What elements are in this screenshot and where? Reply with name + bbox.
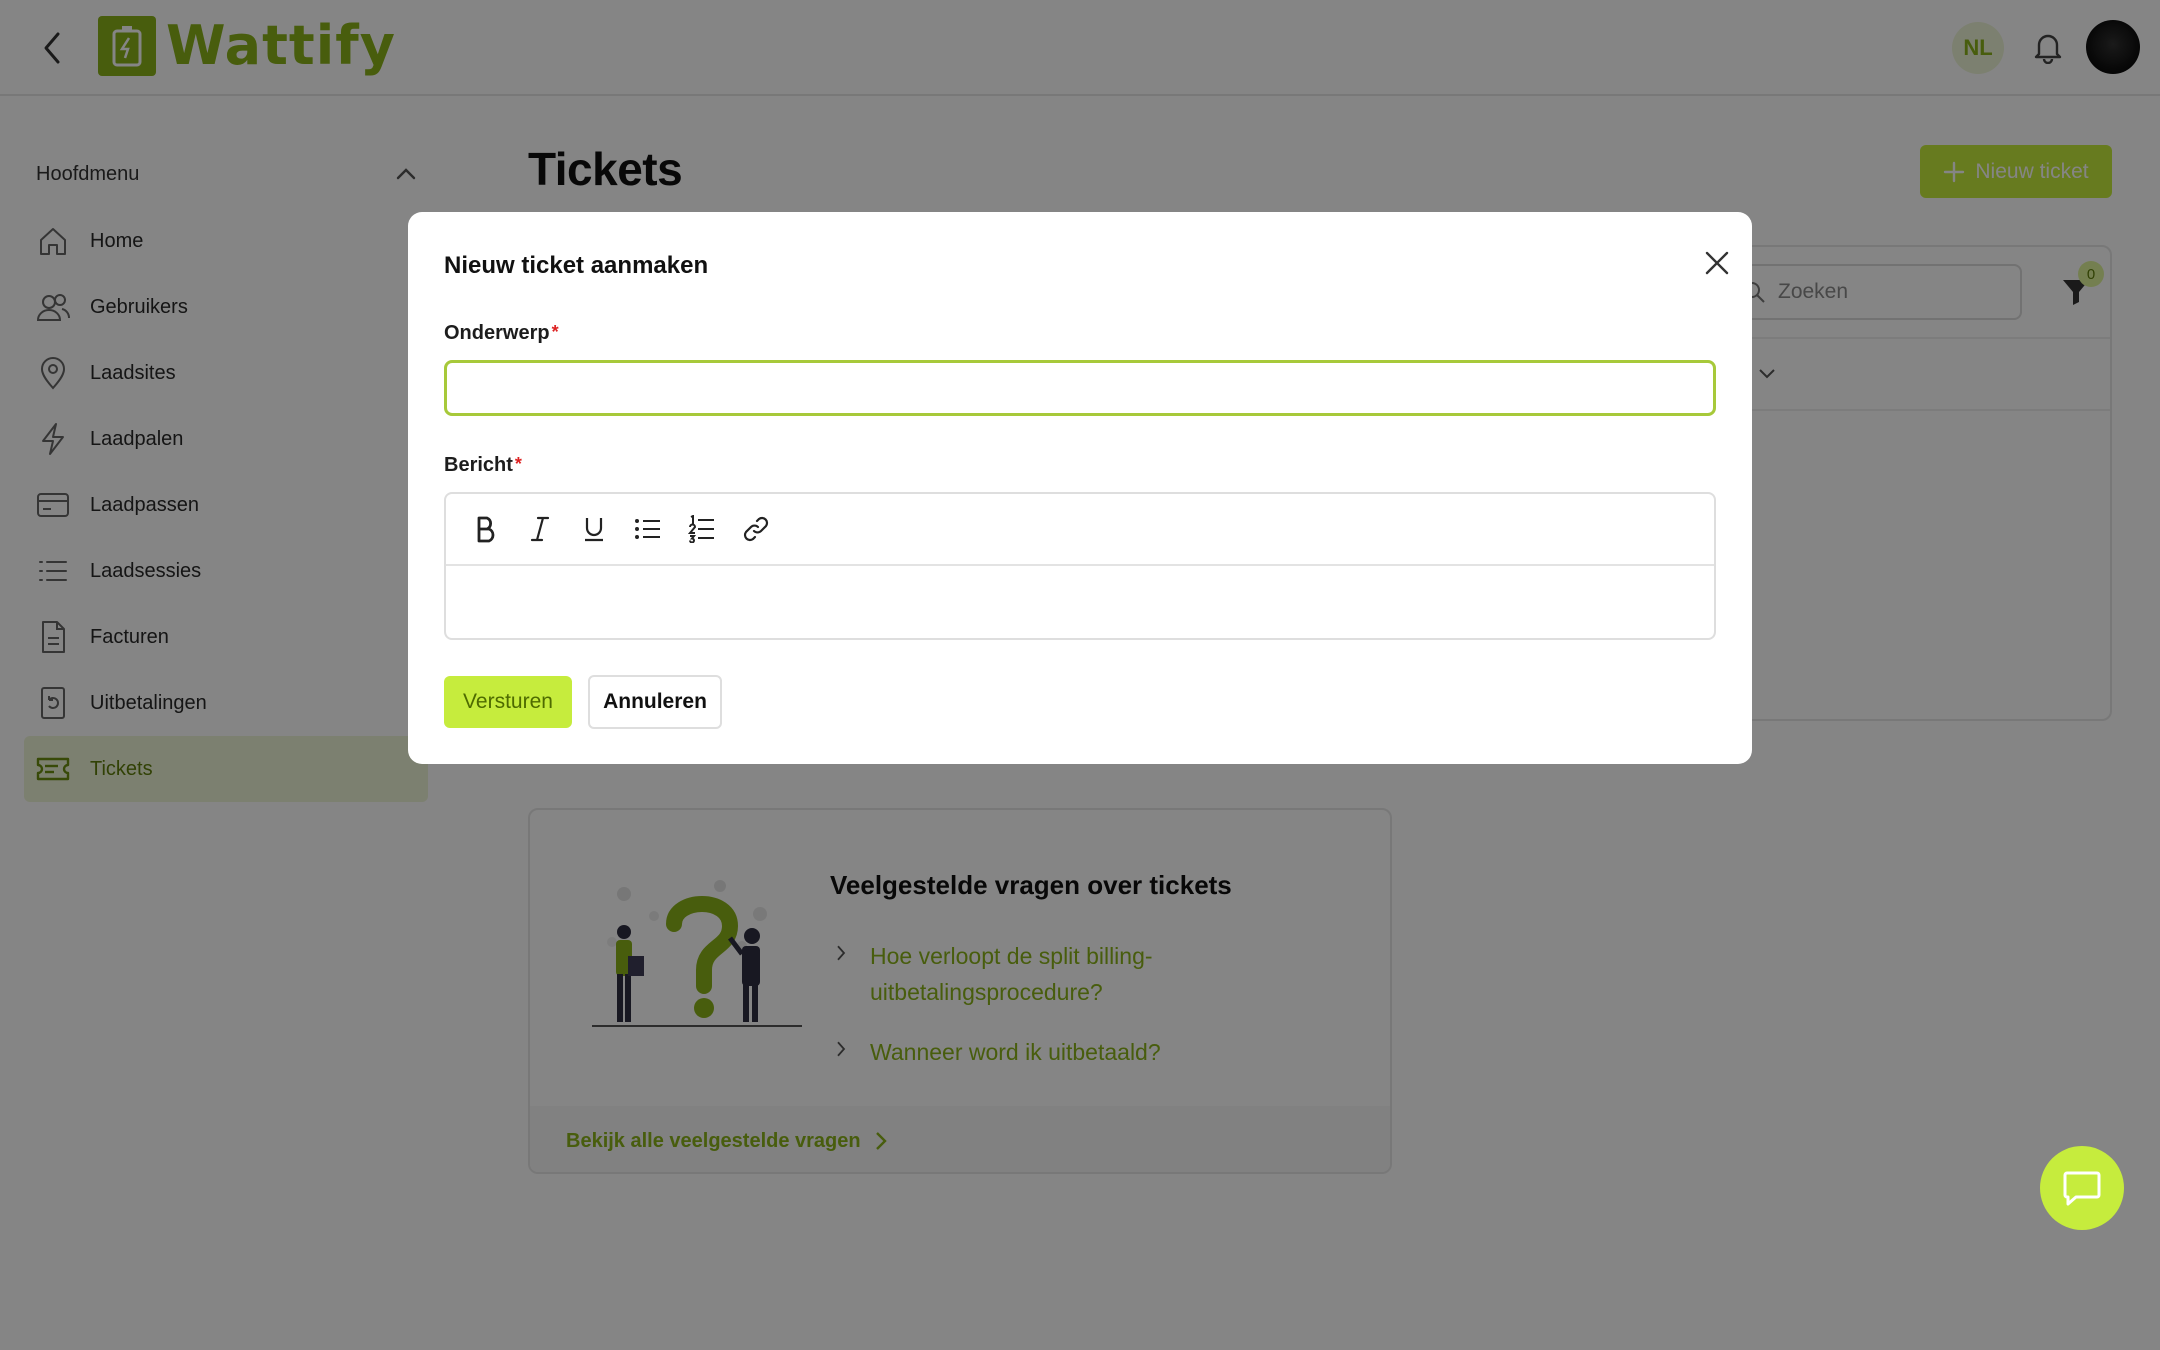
link-button[interactable] bbox=[738, 511, 774, 547]
bullet-list-button[interactable] bbox=[630, 511, 666, 547]
new-ticket-dialog: Nieuw ticket aanmaken Onderwerp * Bericht… bbox=[408, 212, 1752, 764]
italic-icon bbox=[530, 516, 550, 542]
close-icon bbox=[1705, 251, 1729, 275]
underline-icon bbox=[585, 518, 603, 542]
required-marker: * bbox=[551, 322, 559, 342]
subject-label: Onderwerp * bbox=[444, 322, 559, 345]
numbered-list-icon bbox=[688, 515, 714, 543]
chat-support-button[interactable] bbox=[2040, 1146, 2124, 1230]
chat-bubble-icon bbox=[2063, 1171, 2101, 1206]
bold-button[interactable] bbox=[468, 511, 504, 547]
close-button[interactable] bbox=[1694, 240, 1740, 286]
message-label-text: Bericht bbox=[444, 454, 513, 476]
link-icon bbox=[743, 516, 769, 542]
bold-icon bbox=[477, 516, 495, 543]
cancel-button[interactable]: Annuleren bbox=[588, 675, 722, 729]
subject-label-text: Onderwerp bbox=[444, 322, 550, 344]
required-marker: * bbox=[514, 454, 522, 474]
bullet-list-icon bbox=[635, 519, 660, 539]
subject-input[interactable] bbox=[444, 360, 1716, 416]
message-editor bbox=[444, 492, 1716, 640]
message-label: Bericht * bbox=[444, 454, 522, 477]
italic-button[interactable] bbox=[522, 511, 558, 547]
numbered-list-button[interactable] bbox=[684, 511, 720, 547]
editor-toolbar bbox=[446, 494, 1714, 566]
underline-button[interactable] bbox=[576, 511, 612, 547]
send-button[interactable]: Versturen bbox=[444, 676, 572, 728]
dialog-title: Nieuw ticket aanmaken bbox=[444, 252, 709, 279]
message-textarea[interactable] bbox=[446, 566, 1714, 638]
